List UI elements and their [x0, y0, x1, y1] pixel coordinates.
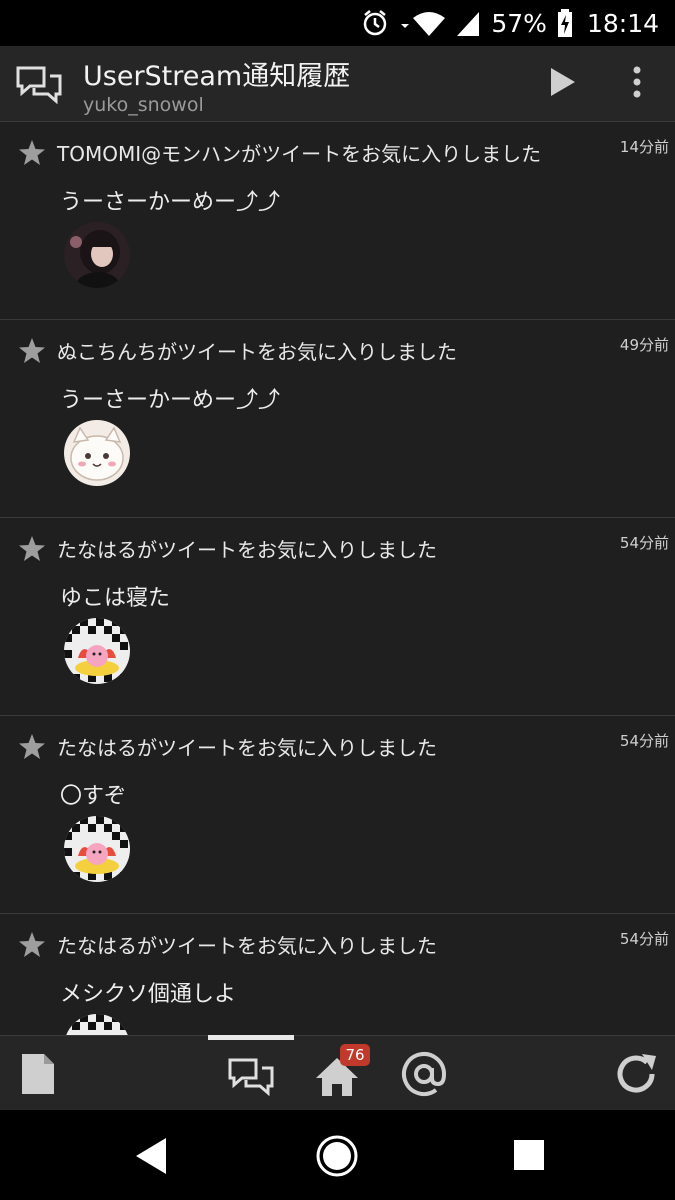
- timestamp: 54分前: [619, 930, 669, 948]
- star-icon: [18, 139, 46, 167]
- list-item[interactable]: たなはるがツイートをお気に入りしました 54分前 ゆこは寝た: [0, 518, 675, 716]
- status-bar: 57% 18:14: [0, 0, 675, 46]
- notification-text: たなはるがツイートをお気に入りしました: [57, 538, 437, 562]
- play-icon[interactable]: [545, 62, 579, 102]
- account-name: yuko_snowol: [83, 94, 204, 116]
- star-icon: [18, 733, 46, 761]
- notification-text: ぬこちんちがツイートをお気に入りしました: [57, 340, 457, 364]
- active-tab-indicator: [208, 1035, 294, 1040]
- system-navigation-bar: [0, 1110, 675, 1200]
- list-item[interactable]: たなはるがツイートをお気に入りしました 54分前 メシクソ個通しよ: [0, 914, 675, 1035]
- tweet-text: ゆこは寝た: [60, 586, 171, 611]
- more-options-icon[interactable]: [622, 62, 652, 102]
- list-item[interactable]: ぬこちんちがツイートをお気に入りしました 49分前 うーさーかーめー⤴⤴: [0, 320, 675, 518]
- timestamp: 49分前: [619, 336, 669, 354]
- battery-percent: 57%: [491, 8, 547, 38]
- notification-list[interactable]: TOMOMI@モンハンがツイートをお気に入りしました 14分前 うーさーかーめー…: [0, 122, 675, 1035]
- recents-icon[interactable]: [508, 1134, 552, 1178]
- avatar[interactable]: [64, 618, 130, 684]
- tweet-text: メシクソ個通しよ: [60, 982, 237, 1007]
- avatar[interactable]: [64, 1014, 130, 1035]
- mention-icon[interactable]: [401, 1050, 447, 1098]
- battery-icon: [557, 9, 573, 37]
- bottom-navigation: 76: [0, 1035, 675, 1110]
- list-item[interactable]: TOMOMI@モンハンがツイートをお気に入りしました 14分前 うーさーかーめー…: [0, 122, 675, 320]
- conversation-icon[interactable]: [16, 64, 62, 105]
- notification-text: TOMOMI@モンハンがツイートをお気に入りしました: [57, 142, 542, 166]
- clock: 18:14: [586, 8, 659, 38]
- page-title: UserStream通知履歴: [83, 61, 351, 92]
- timestamp: 54分前: [619, 732, 669, 750]
- avatar[interactable]: [64, 816, 130, 882]
- avatar[interactable]: [64, 222, 130, 288]
- tweet-text: うーさーかーめー⤴⤴: [60, 388, 281, 413]
- signal-icon: [455, 10, 481, 36]
- back-icon[interactable]: [130, 1134, 174, 1178]
- app-bar: UserStream通知履歴 yuko_snowol: [0, 46, 675, 122]
- wifi-icon: [399, 10, 446, 36]
- notification-text: たなはるがツイートをお気に入りしました: [57, 934, 437, 958]
- alarm-icon: [361, 9, 389, 37]
- star-icon: [18, 535, 46, 563]
- star-icon: [18, 931, 46, 959]
- unread-badge: 76: [340, 1044, 370, 1066]
- home-button-icon[interactable]: [314, 1134, 360, 1178]
- tweet-text: 〇すぞ: [60, 784, 127, 809]
- tweet-text: うーさーかーめー⤴⤴: [60, 190, 281, 215]
- timestamp: 54分前: [619, 534, 669, 552]
- star-icon: [18, 337, 46, 365]
- list-item[interactable]: たなはるがツイートをお気に入りしました 54分前 〇すぞ: [0, 716, 675, 914]
- avatar[interactable]: [64, 420, 130, 486]
- document-icon[interactable]: [20, 1050, 56, 1098]
- timestamp: 14分前: [619, 138, 669, 156]
- refresh-icon[interactable]: [612, 1050, 660, 1098]
- notification-text: たなはるがツイートをお気に入りしました: [57, 736, 437, 760]
- conversation-icon[interactable]: [228, 1050, 274, 1098]
